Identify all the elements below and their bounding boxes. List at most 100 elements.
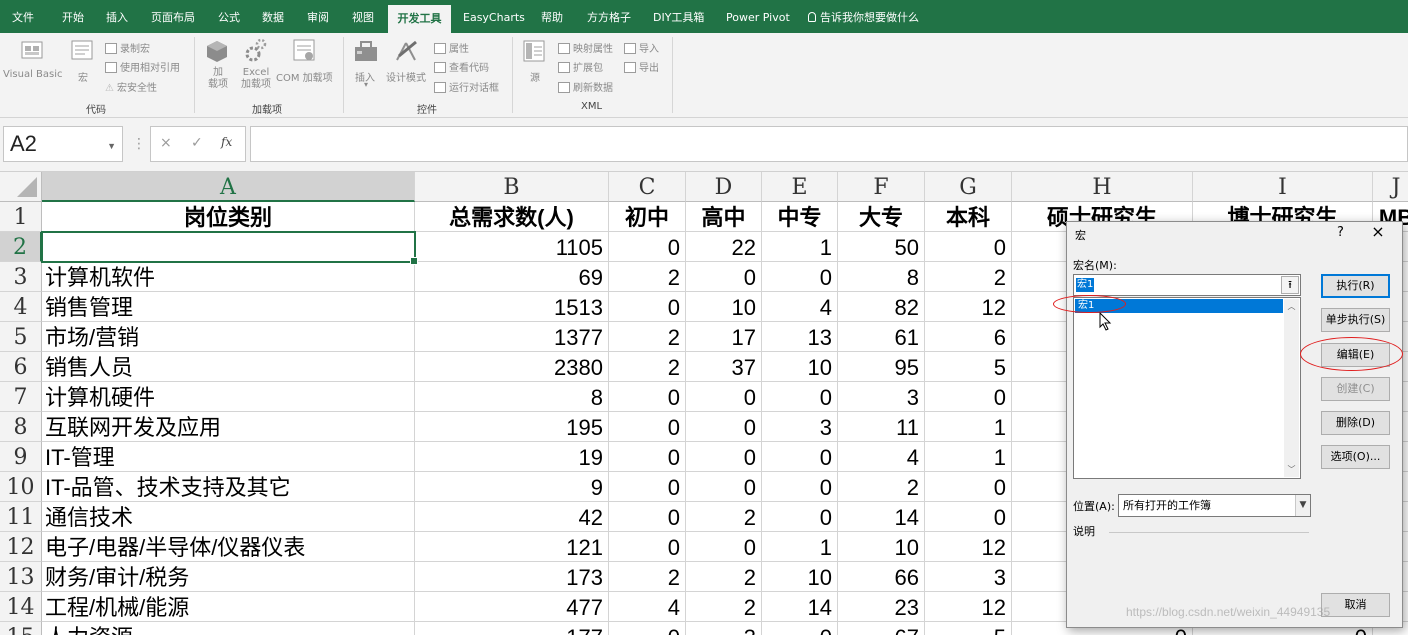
cell-e10[interactable]: 0 xyxy=(762,472,838,502)
column-header-i[interactable]: I xyxy=(1193,172,1373,202)
cell-b2[interactable]: 1105 xyxy=(415,232,609,262)
cell-g10[interactable]: 0 xyxy=(925,472,1012,502)
cell-g12[interactable]: 12 xyxy=(925,532,1012,562)
column-header-d[interactable]: D xyxy=(686,172,762,202)
view-code-button[interactable]: 查看代码 xyxy=(434,59,489,74)
cell-d13[interactable]: 2 xyxy=(686,562,762,592)
cell-c14[interactable]: 4 xyxy=(609,592,686,622)
tab-insert[interactable]: 插入 xyxy=(106,0,128,33)
cell-c3[interactable]: 2 xyxy=(609,262,686,292)
name-box[interactable]: A2 ▼ xyxy=(3,126,123,162)
row-header-9[interactable]: 9 xyxy=(0,442,42,472)
cell-g4[interactable]: 12 xyxy=(925,292,1012,322)
header-cell-b[interactable]: 总需求数(人) xyxy=(415,202,609,232)
cell-e12[interactable]: 1 xyxy=(762,532,838,562)
row-header-11[interactable]: 11 xyxy=(0,502,42,532)
cell-f6[interactable]: 95 xyxy=(838,352,925,382)
cell-a6[interactable]: 销售人员 xyxy=(42,352,415,382)
cell-a2[interactable] xyxy=(42,232,415,262)
cell-d4[interactable]: 10 xyxy=(686,292,762,322)
header-cell-g[interactable]: 本科 xyxy=(925,202,1012,232)
cell-g3[interactable]: 2 xyxy=(925,262,1012,292)
list-scrollbar[interactable]: ︿ ﹀ xyxy=(1284,299,1299,477)
tab-fangfang[interactable]: 方方格子 xyxy=(587,0,631,33)
row-header-8[interactable]: 8 xyxy=(0,412,42,442)
cell-b11[interactable]: 42 xyxy=(415,502,609,532)
cell-g8[interactable]: 1 xyxy=(925,412,1012,442)
cell-a3[interactable]: 计算机软件 xyxy=(42,262,415,292)
cell-f10[interactable]: 2 xyxy=(838,472,925,502)
formula-input[interactable] xyxy=(250,126,1408,162)
cell-d10[interactable]: 0 xyxy=(686,472,762,502)
cell-a5[interactable]: 市场/营销 xyxy=(42,322,415,352)
scroll-down-icon[interactable]: ﹀ xyxy=(1284,464,1299,475)
visual-basic-button[interactable]: Visual Basic xyxy=(3,69,63,80)
tab-review[interactable]: 审阅 xyxy=(307,0,329,33)
design-mode-button[interactable]: 设计模式 xyxy=(386,69,426,84)
scroll-up-icon[interactable]: ︿ xyxy=(1284,301,1299,312)
macro-list[interactable]: 宏1 ︿ ﹀ xyxy=(1073,297,1301,479)
cell-d11[interactable]: 2 xyxy=(686,502,762,532)
cell-a7[interactable]: 计算机硬件 xyxy=(42,382,415,412)
tab-view[interactable]: 视图 xyxy=(352,0,374,33)
cell-f3[interactable]: 8 xyxy=(838,262,925,292)
cell-e15[interactable]: 0 xyxy=(762,622,838,635)
macros-button[interactable]: 宏 xyxy=(78,69,88,84)
tab-data[interactable]: 数据 xyxy=(262,0,284,33)
cell-d5[interactable]: 17 xyxy=(686,322,762,352)
cell-e13[interactable]: 10 xyxy=(762,562,838,592)
tab-formulas[interactable]: 公式 xyxy=(218,0,240,33)
column-header-g[interactable]: G xyxy=(925,172,1012,202)
tell-me-search[interactable]: 告诉我你想要做什么 xyxy=(808,0,919,33)
cell-b13[interactable]: 173 xyxy=(415,562,609,592)
row-header-12[interactable]: 12 xyxy=(0,532,42,562)
column-header-a[interactable]: A xyxy=(42,172,415,202)
cell-g2[interactable]: 0 xyxy=(925,232,1012,262)
record-macro-button[interactable]: 录制宏 xyxy=(105,40,150,55)
cell-a14[interactable]: 工程/机械/能源 xyxy=(42,592,415,622)
cell-f2[interactable]: 50 xyxy=(838,232,925,262)
xml-import-button[interactable]: 导入 xyxy=(624,40,659,55)
cell-e8[interactable]: 3 xyxy=(762,412,838,442)
cell-d3[interactable]: 0 xyxy=(686,262,762,292)
run-dialog-button[interactable]: 运行对话框 xyxy=(434,79,499,94)
cell-f5[interactable]: 61 xyxy=(838,322,925,352)
cell-f9[interactable]: 4 xyxy=(838,442,925,472)
cell-c7[interactable]: 0 xyxy=(609,382,686,412)
cell-c8[interactable]: 0 xyxy=(609,412,686,442)
cell-g13[interactable]: 3 xyxy=(925,562,1012,592)
cell-b15[interactable]: 177 xyxy=(415,622,609,635)
cell-e2[interactable]: 1 xyxy=(762,232,838,262)
header-cell-c[interactable]: 初中 xyxy=(609,202,686,232)
cell-f7[interactable]: 3 xyxy=(838,382,925,412)
run-button[interactable]: 执行(R) xyxy=(1321,274,1390,298)
header-cell-a[interactable]: 岗位类别 xyxy=(42,202,415,232)
cell-b12[interactable]: 121 xyxy=(415,532,609,562)
com-addins-button[interactable]: COM 加载项 xyxy=(276,69,333,84)
cell-d2[interactable]: 22 xyxy=(686,232,762,262)
cell-d9[interactable]: 0 xyxy=(686,442,762,472)
cell-d14[interactable]: 2 xyxy=(686,592,762,622)
row-header-4[interactable]: 4 xyxy=(0,292,42,322)
cell-g6[interactable]: 5 xyxy=(925,352,1012,382)
cell-a8[interactable]: 互联网开发及应用 xyxy=(42,412,415,442)
column-header-f[interactable]: F xyxy=(838,172,925,202)
row-header-14[interactable]: 14 xyxy=(0,592,42,622)
row-header-10[interactable]: 10 xyxy=(0,472,42,502)
tab-easycharts[interactable]: EasyCharts xyxy=(463,0,525,33)
macro-name-input[interactable]: 宏1 ⭱ xyxy=(1073,274,1301,296)
relative-reference-button[interactable]: 使用相对引用 xyxy=(105,59,180,74)
cell-d6[interactable]: 37 xyxy=(686,352,762,382)
cell-c10[interactable]: 0 xyxy=(609,472,686,502)
cell-e11[interactable]: 0 xyxy=(762,502,838,532)
cell-c13[interactable]: 2 xyxy=(609,562,686,592)
cell-g11[interactable]: 0 xyxy=(925,502,1012,532)
cancel-button[interactable]: 取消 xyxy=(1321,593,1390,617)
column-header-e[interactable]: E xyxy=(762,172,838,202)
cell-c11[interactable]: 0 xyxy=(609,502,686,532)
row-header-15[interactable]: 15 xyxy=(0,622,42,635)
row-header-1[interactable]: 1 xyxy=(0,202,42,232)
header-cell-e[interactable]: 中专 xyxy=(762,202,838,232)
cell-c2[interactable]: 0 xyxy=(609,232,686,262)
cell-b4[interactable]: 1513 xyxy=(415,292,609,322)
